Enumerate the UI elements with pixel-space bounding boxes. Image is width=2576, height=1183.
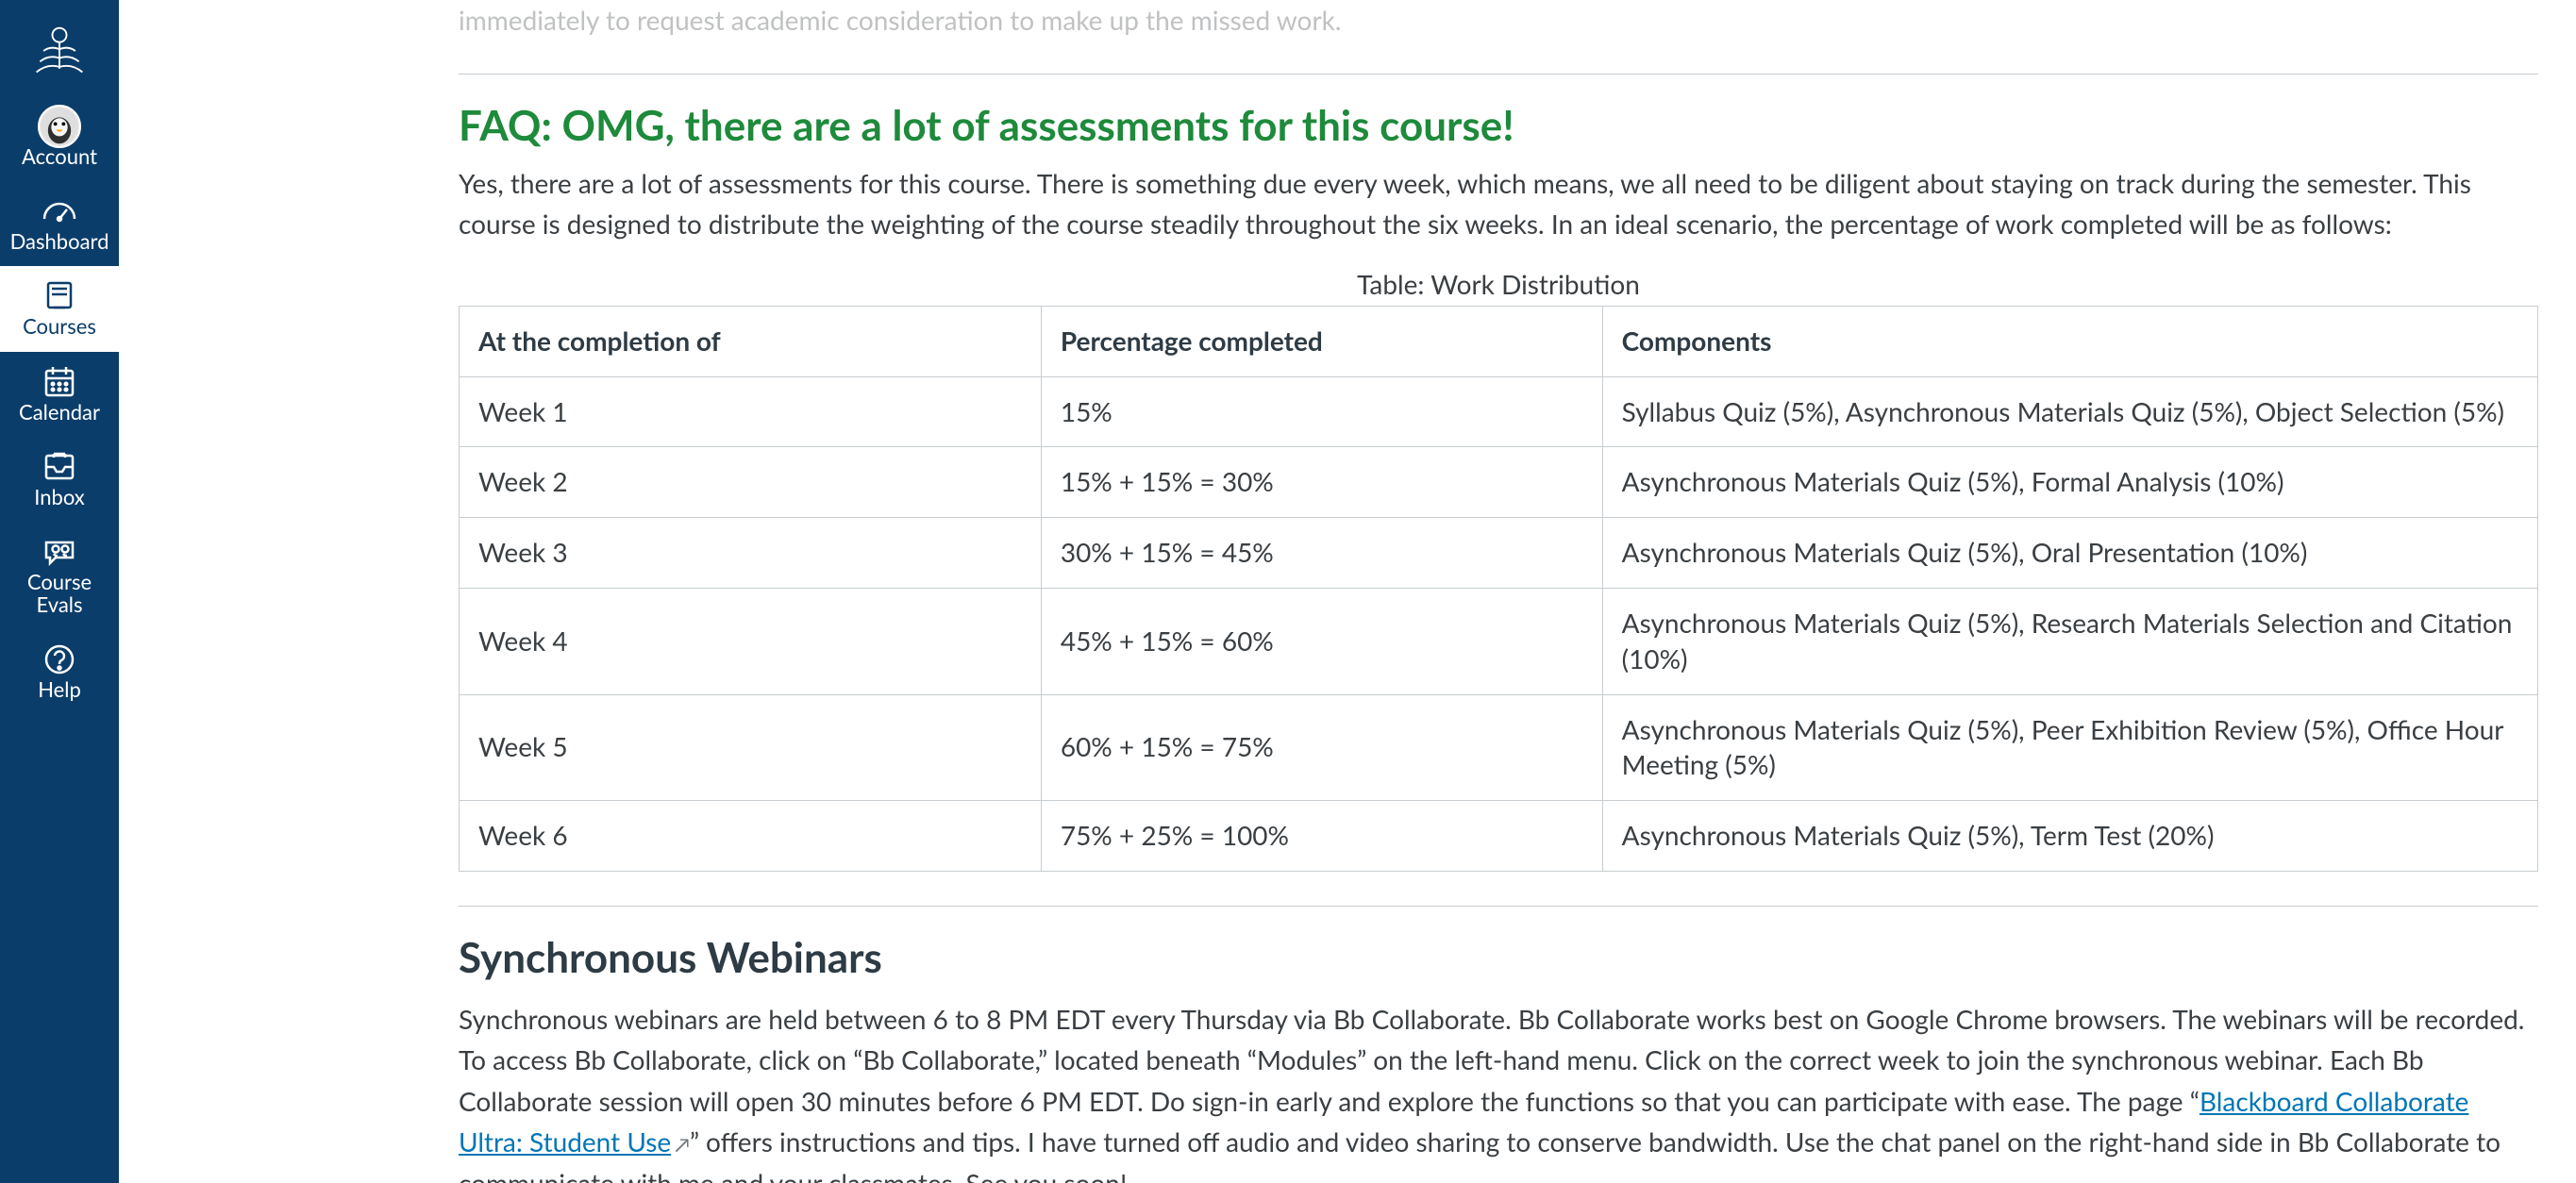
table-cell: 45% + 15% = 60% [1041, 588, 1602, 694]
faq-body: Yes, there are a lot of assessments for … [459, 163, 2538, 245]
table-cell: 15% [1041, 376, 1602, 447]
table-cell: Syllabus Quiz (5%), Asynchronous Materia… [1602, 376, 2537, 447]
table-cell: Asynchronous Materials Quiz (5%), Oral P… [1602, 518, 2537, 589]
table-row: Week 215% + 15% = 30%Asynchronous Materi… [460, 447, 2538, 518]
table-row: Week 445% + 15% = 60%Asynchronous Materi… [460, 588, 2538, 694]
faq-heading: FAQ: OMG, there are a lot of assessments… [459, 101, 2538, 150]
nav-course-evals[interactable]: Course Evals [0, 522, 119, 629]
table-caption: Table: Work Distribution [459, 268, 2538, 300]
table-cell: 60% + 15% = 75% [1041, 694, 1602, 801]
table-cell: Week 3 [460, 518, 1042, 589]
external-link-icon: ↗ [675, 1133, 690, 1157]
table-cell: Week 1 [460, 376, 1042, 447]
calendar-icon [41, 363, 78, 401]
page-content: immediately to request academic consider… [119, 0, 2576, 1183]
help-icon [41, 641, 78, 678]
table-cell: 30% + 15% = 45% [1041, 518, 1602, 589]
webinars-body: Synchronous webinars are held between 6 … [459, 999, 2538, 1183]
nav-inbox[interactable]: Inbox [0, 437, 119, 522]
table-header: At the completion of [460, 306, 1042, 376]
nav-calendar-label: Calendar [19, 401, 100, 424]
global-nav: Account Dashboard Courses [0, 0, 119, 1183]
table-cell: Week 5 [460, 694, 1042, 801]
nav-course-evals-label: Course Evals [4, 571, 115, 616]
inbox-icon [41, 448, 78, 486]
table-cell: 75% + 25% = 100% [1041, 801, 1602, 872]
work-distribution-table: At the completion of Percentage complete… [459, 306, 2538, 872]
table-cell: Week 2 [460, 447, 1042, 518]
table-cell: Asynchronous Materials Quiz (5%), Formal… [1602, 447, 2537, 518]
table-cell: 15% + 15% = 30% [1041, 447, 1602, 518]
webinars-text-after: ” offers instructions and tips. I have t… [459, 1125, 2501, 1183]
table-header: Percentage completed [1041, 306, 1602, 376]
nav-account-label: Account [22, 145, 97, 168]
nav-courses[interactable]: Courses [0, 266, 119, 351]
table-row: Week 115%Syllabus Quiz (5%), Asynchronou… [460, 376, 2538, 447]
table-cell: Week 4 [460, 588, 1042, 694]
table-row: Week 675% + 25% = 100%Asynchronous Mater… [460, 801, 2538, 872]
section-divider [459, 74, 2538, 75]
table-cell: Asynchronous Materials Quiz (5%), Term T… [1602, 801, 2537, 872]
prev-section-trailing: immediately to request academic consider… [459, 0, 2538, 40]
table-cell: Week 6 [460, 801, 1042, 872]
nav-dashboard[interactable]: Dashboard [0, 181, 119, 266]
webinars-heading: Synchronous Webinars [459, 933, 2538, 982]
table-cell: Asynchronous Materials Quiz (5%), Peer E… [1602, 694, 2537, 801]
course-evals-icon [41, 533, 78, 571]
table-header-row: At the completion of Percentage complete… [460, 306, 2538, 376]
table-row: Week 330% + 15% = 45%Asynchronous Materi… [460, 518, 2538, 589]
table-row: Week 560% + 15% = 75%Asynchronous Materi… [460, 694, 2538, 801]
nav-help-label: Help [38, 678, 81, 701]
nav-dashboard-label: Dashboard [10, 230, 109, 253]
nav-inbox-label: Inbox [34, 486, 85, 508]
table-cell: Asynchronous Materials Quiz (5%), Resear… [1602, 588, 2537, 694]
section-divider [459, 906, 2538, 907]
table-header: Components [1602, 306, 2537, 376]
nav-calendar[interactable]: Calendar [0, 352, 119, 437]
avatar-icon [38, 108, 81, 145]
nav-courses-label: Courses [23, 315, 96, 338]
dashboard-icon [41, 192, 78, 230]
institution-logo[interactable] [31, 23, 88, 79]
nav-help[interactable]: Help [0, 629, 119, 714]
courses-icon [41, 277, 78, 315]
nav-account[interactable]: Account [0, 96, 119, 181]
